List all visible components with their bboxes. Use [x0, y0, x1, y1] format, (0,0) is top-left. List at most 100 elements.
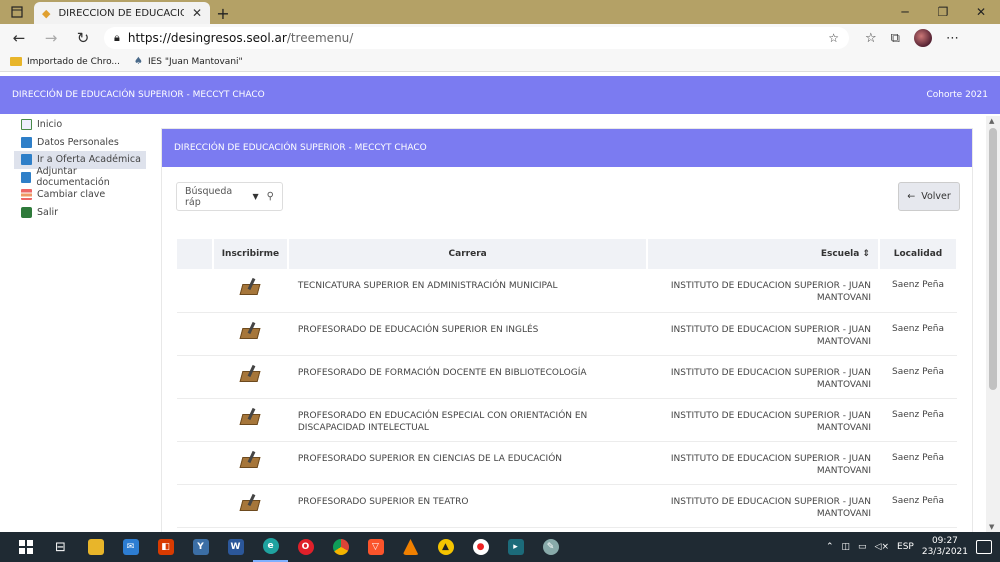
- page-header: DIRECCIÓN DE EDUCACIÓN SUPERIOR - MECCYT…: [0, 76, 1000, 114]
- sidebar-item-inicio[interactable]: Inicio: [14, 116, 146, 134]
- escuela-cell: INSTITUTO DE EDUCACION SUPERIOR - JUAN M…: [647, 441, 880, 485]
- column-header-localidad[interactable]: Localidad: [879, 239, 958, 269]
- edge-icon[interactable]: e: [253, 532, 288, 562]
- column-header-blank: [177, 239, 214, 269]
- table-row: TECNICATURA SUPERIOR EN ADMINISTRACIÓN M…: [177, 269, 957, 313]
- sidebar-item-adjuntar-documentacion[interactable]: Adjuntar documentación: [14, 166, 146, 188]
- app-arrow-icon[interactable]: ▸: [498, 532, 533, 562]
- file-explorer-icon[interactable]: [78, 532, 113, 562]
- mail-icon[interactable]: ✉: [113, 532, 148, 562]
- content-title: DIRECCIÓN DE EDUCACIÓN SUPERIOR - MECCYT…: [174, 143, 427, 153]
- row-blank-cell: [177, 269, 213, 313]
- sidebar-item-label: Datos Personales: [37, 136, 119, 148]
- browser-tab-bar: ◆ DIRECCIÓN DE EDUCACIÓN SUP ✕ + ─ ❐ ✕: [0, 0, 1000, 24]
- lock-icon[interactable]: 🔒︎: [114, 31, 120, 45]
- escuela-cell: INSTITUTO DE EDUCACION SUPERIOR - JUAN M…: [647, 269, 880, 313]
- app-triangle-icon[interactable]: ▲: [428, 532, 463, 562]
- window-controls: ─ ❐ ✕: [886, 0, 1000, 24]
- enroll-icon[interactable]: [239, 277, 261, 296]
- forward-icon[interactable]: →: [40, 29, 62, 47]
- system-tray: ⌃ ◫ ▭ ◁× ESP 09:27 23/3/2021: [826, 536, 1000, 558]
- table-row: PROFESORADO DE FORMACIÓN DOCENTE EN BIBL…: [177, 355, 957, 399]
- localidad-cell: Saenz Peña: [879, 398, 957, 442]
- localidad-cell: Saenz Peña: [879, 441, 957, 485]
- more-menu-icon[interactable]: ⋯: [946, 31, 959, 46]
- volver-button[interactable]: ← Volver: [898, 182, 960, 211]
- exit-icon: [21, 206, 32, 218]
- start-icon[interactable]: [8, 532, 43, 562]
- home-icon: [21, 119, 32, 131]
- opera-icon[interactable]: O: [288, 532, 323, 562]
- collections-icon[interactable]: ⧉: [891, 31, 900, 46]
- clock-date: 23/3/2021: [921, 547, 968, 557]
- vlc-icon[interactable]: [393, 532, 428, 562]
- tray-chevron-icon[interactable]: ⌃: [826, 542, 834, 552]
- enroll-icon[interactable]: [239, 407, 261, 426]
- page-title: DIRECCIÓN DE EDUCACIÓN SUPERIOR - MECCYT…: [12, 90, 265, 100]
- brave-icon[interactable]: ▽: [358, 532, 393, 562]
- minimize-icon[interactable]: ─: [886, 0, 924, 24]
- page-scrollbar[interactable]: ▲ ▼: [986, 116, 1000, 532]
- enroll-cell: [212, 355, 288, 399]
- site-settings-icon[interactable]: ☆: [828, 31, 839, 45]
- scroll-thumb[interactable]: [989, 128, 997, 390]
- scroll-down-icon[interactable]: ▼: [989, 523, 994, 531]
- enroll-icon[interactable]: [239, 364, 261, 383]
- enroll-cell: [212, 484, 288, 528]
- window-menu-icon[interactable]: [0, 0, 34, 24]
- word-icon[interactable]: W: [218, 532, 253, 562]
- reload-icon[interactable]: ↻: [72, 29, 94, 47]
- carrera-cell: PROFESORADO SUPERIOR EN TEATRO: [287, 484, 648, 528]
- profile-avatar[interactable]: [913, 29, 932, 47]
- column-header-escuela[interactable]: Escuela ⇕: [647, 239, 881, 269]
- language-indicator[interactable]: ESP: [897, 542, 914, 552]
- bookmark-folder[interactable]: Importado de Chro...: [10, 57, 120, 67]
- sidebar-item-label: Cambiar clave: [37, 189, 106, 201]
- battery-icon[interactable]: ▭: [858, 542, 867, 552]
- localidad-cell: Saenz Peña: [879, 484, 957, 528]
- sidebar-item-salir[interactable]: Salir: [14, 204, 146, 222]
- dropdown-caret-icon[interactable]: ▼: [253, 192, 259, 201]
- network-icon[interactable]: ◫: [842, 542, 851, 552]
- close-window-icon[interactable]: ✕: [962, 0, 1000, 24]
- url-host: https://desingresos.seol.ar: [127, 31, 287, 45]
- enroll-icon[interactable]: [239, 450, 261, 469]
- favorites-icon[interactable]: ☆: [865, 31, 877, 46]
- carreras-table: Inscribirme Carrera Escuela ⇕ Localidad …: [177, 239, 958, 528]
- close-tab-icon[interactable]: ✕: [192, 6, 202, 20]
- new-tab-icon[interactable]: +: [210, 2, 236, 24]
- restore-icon[interactable]: ❐: [924, 0, 962, 24]
- office-icon[interactable]: ◧: [148, 532, 183, 562]
- site-favicon-icon: ◆: [42, 6, 51, 20]
- app-feather-icon[interactable]: ✎: [533, 532, 568, 562]
- back-icon[interactable]: ←: [8, 29, 30, 47]
- row-blank-cell: [177, 312, 213, 356]
- enroll-icon[interactable]: [239, 321, 261, 340]
- notifications-icon[interactable]: [976, 540, 992, 554]
- localidad-cell: Saenz Peña: [879, 312, 957, 356]
- carrera-cell: TECNICATURA SUPERIOR EN ADMINISTRACIÓN M…: [287, 269, 648, 313]
- chrome-icon[interactable]: [323, 532, 358, 562]
- row-blank-cell: [177, 398, 213, 442]
- column-header-carrera[interactable]: Carrera: [287, 239, 649, 269]
- sidebar-item-cambiar-clave[interactable]: Cambiar clave: [14, 186, 146, 204]
- card-icon: [21, 154, 32, 166]
- sidebar-item-label: Salir: [37, 206, 59, 218]
- sidebar-item-datos-personales[interactable]: Datos Personales: [14, 134, 146, 152]
- content-header: DIRECCIÓN DE EDUCACIÓN SUPERIOR - MECCYT…: [162, 129, 972, 167]
- browser-tab[interactable]: ◆ DIRECCIÓN DE EDUCACIÓN SUP ✕: [34, 2, 210, 24]
- clock[interactable]: 09:27 23/3/2021: [922, 536, 968, 558]
- bookmark-link[interactable]: ♠ IES "Juan Mantovani": [134, 56, 243, 67]
- record-icon[interactable]: ●: [463, 532, 498, 562]
- quick-search-input[interactable]: Búsqueda ráp ▼ ⚲: [176, 182, 283, 211]
- sidebar-menu: Inicio Datos Personales Ir a Oferta Acad…: [14, 116, 146, 221]
- url-input[interactable]: 🔒︎ https://desingresos.seol.ar/treemenu/…: [104, 27, 849, 49]
- app-y-icon[interactable]: Y: [183, 532, 218, 562]
- carrera-cell: PROFESORADO DE FORMACIÓN DOCENTE EN BIBL…: [287, 355, 648, 399]
- search-icon[interactable]: ⚲: [267, 191, 274, 202]
- localidad-cell: Saenz Peña: [879, 269, 957, 313]
- task-view-icon[interactable]: ⊟: [43, 532, 78, 562]
- volume-icon[interactable]: ◁×: [875, 542, 889, 552]
- scroll-up-icon[interactable]: ▲: [989, 117, 994, 125]
- enroll-icon[interactable]: [239, 493, 261, 512]
